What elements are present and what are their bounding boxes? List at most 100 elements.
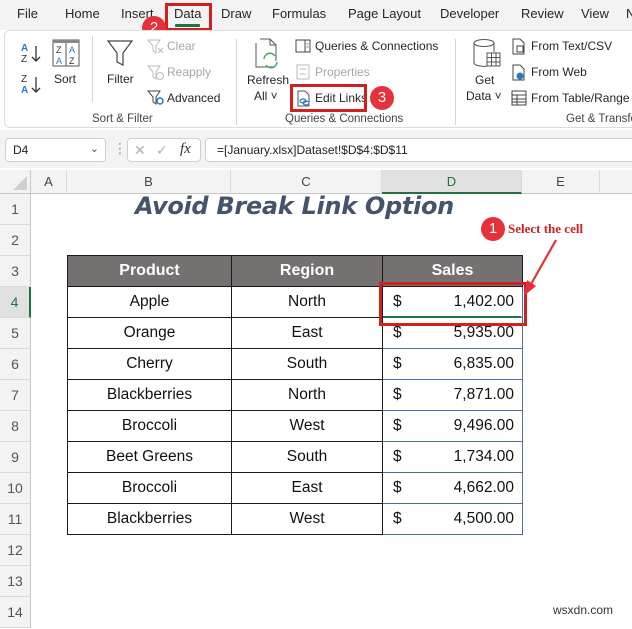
tab-file[interactable]: File xyxy=(17,6,38,21)
tab-formulas[interactable]: Formulas xyxy=(272,6,326,21)
advanced-button[interactable]: Advanced xyxy=(167,91,220,105)
get-data-icon[interactable] xyxy=(471,38,503,70)
watermark: wsxdn.com xyxy=(553,603,614,617)
ribbon-data: A Z Z A Z A A Z Sort Filter Clear Reappl… xyxy=(4,30,632,128)
tab-view[interactable]: View xyxy=(581,6,609,21)
tab-review[interactable]: Review xyxy=(521,6,564,21)
cell-product[interactable]: Cherry xyxy=(67,348,232,380)
formula-buttons: ✕ ✓ fx xyxy=(127,138,201,162)
svg-text:Z: Z xyxy=(21,54,27,65)
cell-region[interactable]: North xyxy=(231,379,383,411)
column-header-c[interactable]: C xyxy=(231,170,382,194)
separator xyxy=(236,39,237,125)
cell-product[interactable]: Blackberries xyxy=(67,379,232,411)
column-header-f[interactable] xyxy=(600,170,632,194)
svg-text:Z: Z xyxy=(69,56,75,66)
cell-region[interactable]: South xyxy=(231,348,383,380)
tab-home[interactable]: Home xyxy=(65,6,100,21)
currency-symbol: $ xyxy=(393,324,402,341)
cell-region[interactable]: East xyxy=(231,317,383,349)
separator xyxy=(92,36,93,102)
row-header-4[interactable]: 4 xyxy=(0,287,31,318)
cell-product[interactable]: Apple xyxy=(67,286,232,318)
row-header-11[interactable]: 11 xyxy=(0,504,31,535)
get-data-label[interactable]: Get xyxy=(475,73,494,87)
row-header-10[interactable]: 10 xyxy=(0,473,31,504)
cell-product[interactable]: Blackberries xyxy=(67,503,232,535)
cell-region[interactable]: West xyxy=(231,503,383,535)
row-header-6[interactable]: 6 xyxy=(0,349,31,380)
name-box[interactable]: D4 ⌄ xyxy=(5,138,106,162)
cell-product[interactable]: Beet Greens xyxy=(67,441,232,473)
tab-draw[interactable]: Draw xyxy=(221,6,251,21)
drag-handle-icon[interactable]: ⋮ xyxy=(113,140,127,157)
column-header-e[interactable]: E xyxy=(522,170,600,194)
cell-region[interactable]: North xyxy=(231,286,383,318)
excel-window: File Home Insert Data Draw Formulas Page… xyxy=(0,0,632,629)
cell-product[interactable]: Broccoli xyxy=(67,410,232,442)
from-table-range-button[interactable]: From Table/Range xyxy=(531,91,630,105)
cell-sales[interactable]: $7,871.00 xyxy=(382,379,523,411)
cell-region[interactable]: West xyxy=(231,410,383,442)
get-data-dropdown[interactable]: Data ˅ xyxy=(466,89,502,103)
refresh-all-icon[interactable] xyxy=(253,37,283,71)
tab-developer[interactable]: Developer xyxy=(440,6,499,21)
column-header-a[interactable]: A xyxy=(31,170,67,194)
insert-function-icon[interactable]: fx xyxy=(180,141,191,158)
refresh-all-dropdown[interactable]: All ˅ xyxy=(254,89,278,103)
step-1-badge: 1 xyxy=(481,217,505,241)
row-header-2[interactable]: 2 xyxy=(0,225,31,256)
tab-page-layout[interactable]: Page Layout xyxy=(348,6,421,21)
clear-filter-icon xyxy=(147,39,164,54)
cell-sales[interactable]: $4,662.00 xyxy=(382,472,523,504)
sort-icon[interactable]: Z A A Z xyxy=(51,38,81,68)
from-table-range-icon xyxy=(511,90,527,106)
cell-sales[interactable]: $1,734.00 xyxy=(382,441,523,473)
from-text-csv-button[interactable]: From Text/CSV xyxy=(531,39,612,53)
row-header-3[interactable]: 3 xyxy=(0,256,31,287)
row-header-13[interactable]: 13 xyxy=(0,566,31,597)
sort-a-to-z-icon[interactable]: A Z xyxy=(20,41,44,65)
cell-region[interactable]: South xyxy=(231,441,383,473)
reapply-button[interactable]: Reapply xyxy=(167,65,211,79)
row-header-8[interactable]: 8 xyxy=(0,411,31,442)
clear-button[interactable]: Clear xyxy=(167,39,196,53)
chevron-down-icon[interactable]: ⌄ xyxy=(90,142,99,155)
row-header-7[interactable]: 7 xyxy=(0,380,31,411)
from-web-button[interactable]: From Web xyxy=(531,65,587,79)
cell-sales[interactable]: $9,496.00 xyxy=(382,410,523,442)
filter-button[interactable]: Filter xyxy=(107,72,134,86)
cell-product[interactable]: Orange xyxy=(67,317,232,349)
queries-connections-button[interactable]: Queries & Connections xyxy=(315,39,438,53)
column-header-b[interactable]: B xyxy=(67,170,231,194)
sort-button[interactable]: Sort xyxy=(54,72,76,86)
header-region[interactable]: Region xyxy=(231,255,383,287)
sheet-title: Avoid Break Link Option xyxy=(135,192,454,220)
tab-more[interactable]: N xyxy=(626,6,632,21)
row-header-5[interactable]: 5 xyxy=(0,318,31,349)
select-all-button[interactable] xyxy=(0,170,31,194)
annotation-select-cell: Select the cell xyxy=(508,221,584,236)
row-header-9[interactable]: 9 xyxy=(0,442,31,473)
svg-text:A: A xyxy=(21,85,28,96)
sales-value: 9,496.00 xyxy=(453,417,514,434)
cell-sales[interactable]: $4,500.00 xyxy=(382,503,523,535)
row-header-1[interactable]: 1 xyxy=(0,194,31,225)
enter-icon[interactable]: ✓ xyxy=(156,142,168,159)
properties-button[interactable]: Properties xyxy=(315,65,370,79)
cell-product[interactable]: Broccoli xyxy=(67,472,232,504)
formula-input[interactable]: =[January.xlsx]Dataset!$D$4:$D$11 xyxy=(205,138,632,162)
filter-icon[interactable] xyxy=(105,38,135,68)
cell-sales[interactable]: $6,835.00 xyxy=(382,348,523,380)
cell-region[interactable]: East xyxy=(231,472,383,504)
row-header-14[interactable]: 14 xyxy=(0,597,31,628)
column-header-d[interactable]: D xyxy=(382,170,522,194)
table-row: Blackberries West $4,500.00 xyxy=(67,503,523,535)
group-label-queries-connections: Queries & Connections xyxy=(285,113,404,125)
sort-z-to-a-icon[interactable]: Z A xyxy=(20,72,44,96)
cancel-icon[interactable]: ✕ xyxy=(134,142,146,159)
refresh-all-label[interactable]: Refresh xyxy=(247,73,289,87)
row-header-12[interactable]: 12 xyxy=(0,535,31,566)
header-product[interactable]: Product xyxy=(67,255,232,287)
annotation-arrow-icon xyxy=(524,239,557,296)
